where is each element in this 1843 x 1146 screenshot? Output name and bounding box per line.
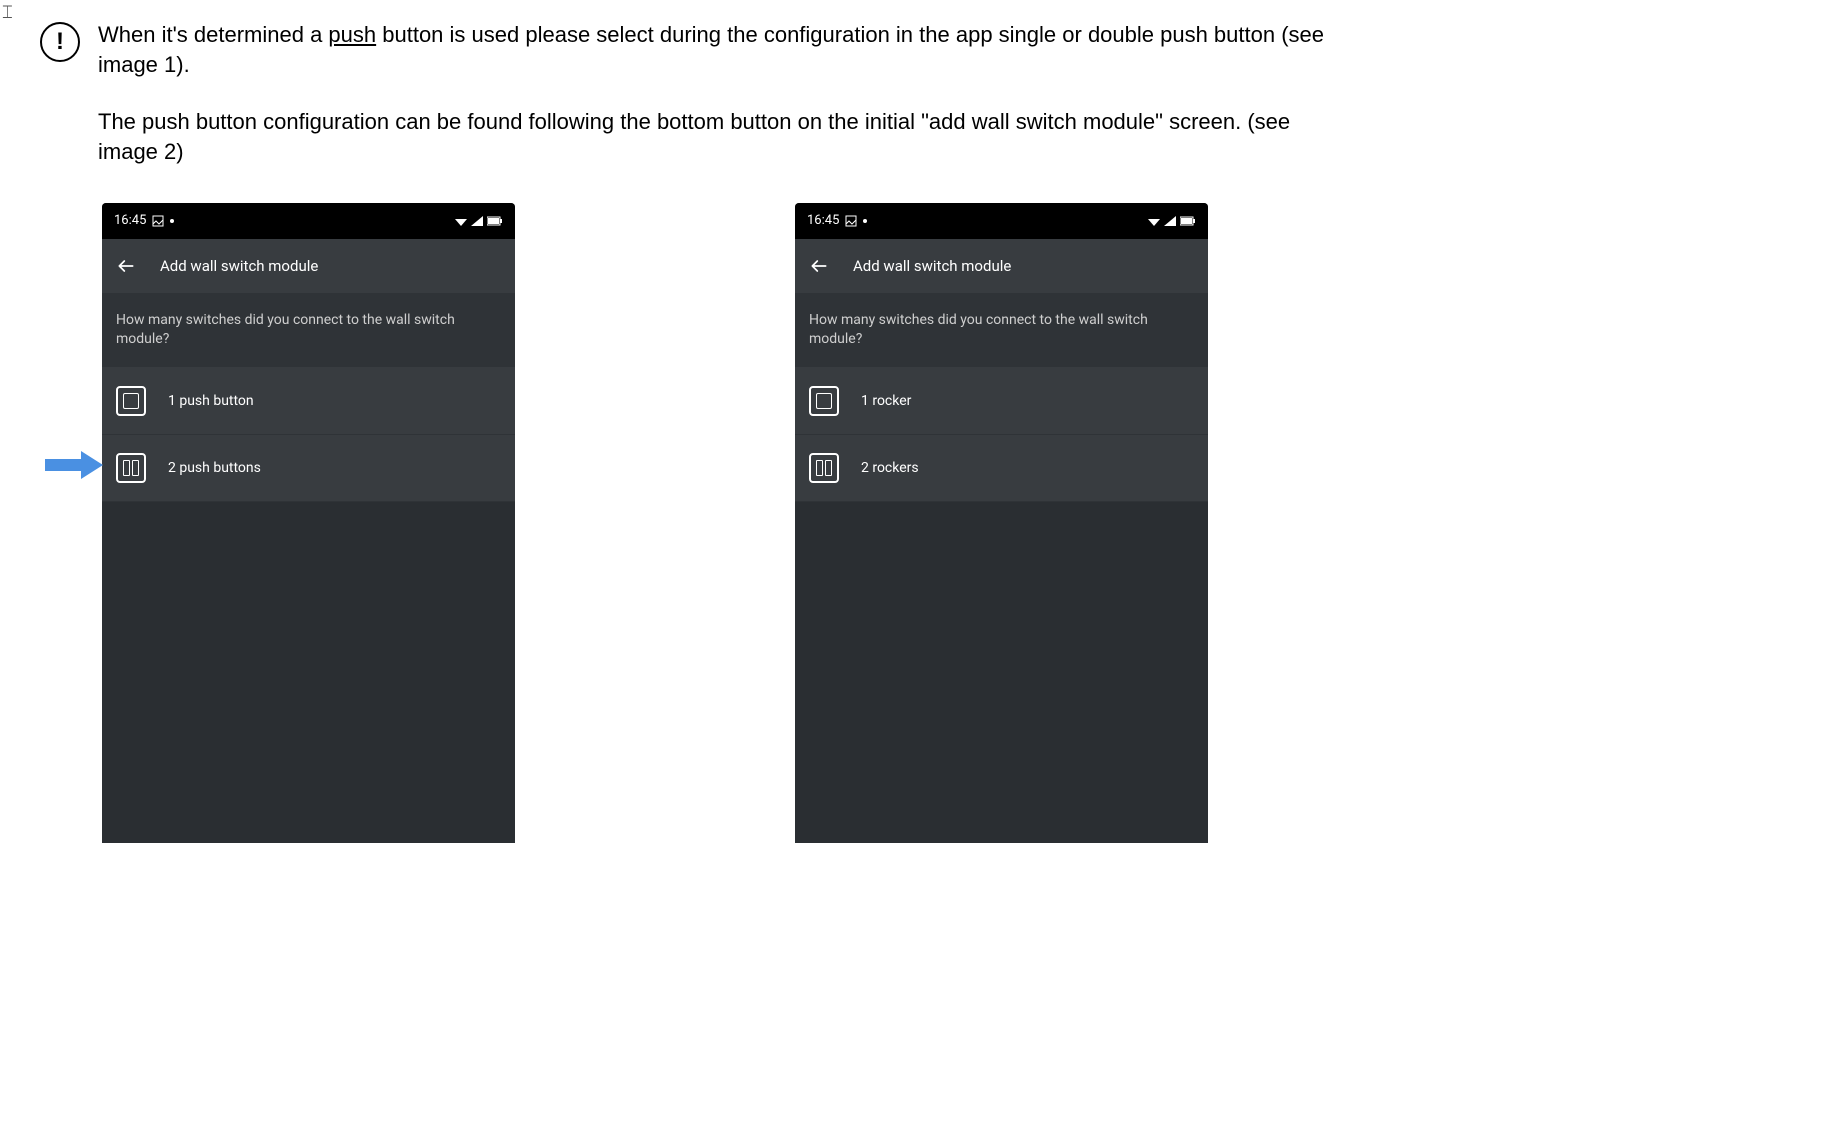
instruction-paragraph-1: When it's determined a push button is us… xyxy=(98,20,1348,79)
instruction-block: ! When it's determined a push button is … xyxy=(40,20,1803,195)
phone2-option-2-label: 2 rockers xyxy=(861,460,919,476)
phone1-title: Add wall switch module xyxy=(160,257,318,275)
image-icon xyxy=(152,215,164,227)
single-switch-icon xyxy=(116,386,146,416)
image-icon xyxy=(845,215,857,227)
phone-screenshot-1: 16:45 Add wall switch module How many sw… xyxy=(102,203,515,843)
signal-icon xyxy=(471,216,483,226)
text-cursor-glyph: ⌶ xyxy=(2,2,13,23)
phone1-option-1[interactable]: 1 push button xyxy=(102,368,515,435)
phone1-question: How many switches did you connect to the… xyxy=(102,293,515,368)
instruction-paragraph-2: The push button configuration can be fou… xyxy=(98,107,1348,166)
back-arrow-icon[interactable] xyxy=(116,256,136,276)
phone2-option-2[interactable]: 2 rockers xyxy=(795,435,1208,502)
phone1-option-1-label: 1 push button xyxy=(168,393,254,409)
battery-icon xyxy=(487,216,503,226)
phone2-option-1[interactable]: 1 rocker xyxy=(795,368,1208,435)
phone1-status-right xyxy=(455,216,503,226)
signal-icon xyxy=(1164,216,1176,226)
phone1-option-2-label: 2 push buttons xyxy=(168,460,261,476)
phone2-status-right xyxy=(1148,216,1196,226)
p1-underlined: push xyxy=(328,22,376,47)
p1-pre: When it's determined a xyxy=(98,22,328,47)
instruction-text: When it's determined a push button is us… xyxy=(98,20,1348,195)
single-switch-icon xyxy=(809,386,839,416)
double-switch-icon xyxy=(116,453,146,483)
phone2-option-1-label: 1 rocker xyxy=(861,393,911,409)
phone2-app-bar: Add wall switch module xyxy=(795,239,1208,293)
phone1-time: 16:45 xyxy=(114,213,146,228)
phone1-status-left: 16:45 xyxy=(114,213,174,228)
phone2-status-bar: 16:45 xyxy=(795,203,1208,239)
phone-screenshots-row: 16:45 Add wall switch module How many sw… xyxy=(102,203,1803,843)
phone1-app-bar: Add wall switch module xyxy=(102,239,515,293)
back-arrow-icon[interactable] xyxy=(809,256,829,276)
alert-icon: ! xyxy=(40,22,80,62)
dot-icon xyxy=(170,219,174,223)
dot-icon xyxy=(863,219,867,223)
phone2-title: Add wall switch module xyxy=(853,257,1011,275)
wifi-icon xyxy=(455,216,467,226)
battery-icon xyxy=(1180,216,1196,226)
phone-screenshot-2: 16:45 Add wall switch module How many sw… xyxy=(795,203,1208,843)
phone1-option-2[interactable]: 2 push buttons xyxy=(102,435,515,502)
wifi-icon xyxy=(1148,216,1160,226)
arrow-pointer-icon xyxy=(45,451,103,479)
phone1-status-bar: 16:45 xyxy=(102,203,515,239)
double-switch-icon xyxy=(809,453,839,483)
phone2-question: How many switches did you connect to the… xyxy=(795,293,1208,368)
phone2-status-left: 16:45 xyxy=(807,213,867,228)
phone2-time: 16:45 xyxy=(807,213,839,228)
